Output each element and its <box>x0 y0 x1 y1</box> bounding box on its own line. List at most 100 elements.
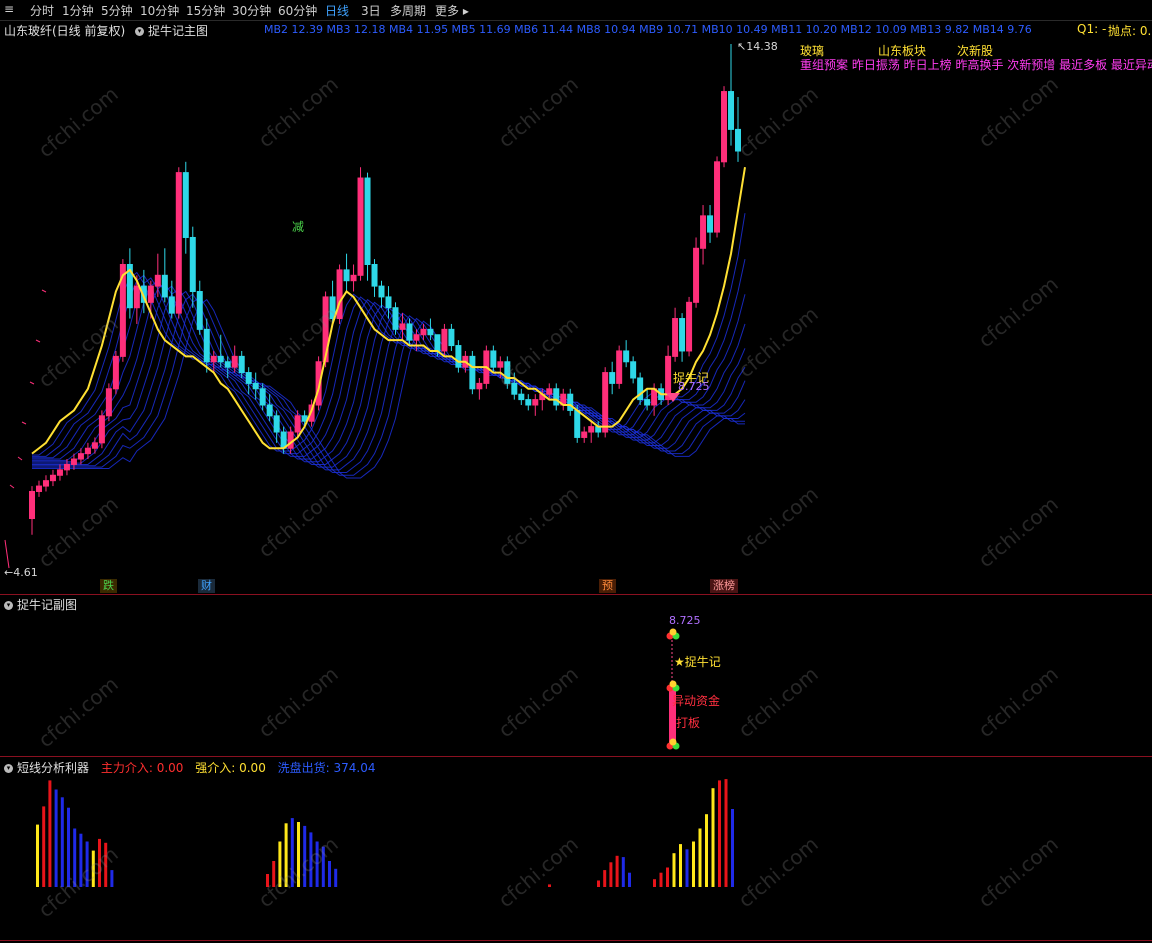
candle-body <box>567 393 574 411</box>
flag-fall[interactable]: 跌 <box>100 579 117 593</box>
histogram-bar <box>685 849 689 887</box>
candle-body <box>574 409 581 438</box>
candle-body <box>84 447 91 455</box>
candle-body <box>287 431 294 449</box>
candle-body <box>91 442 98 449</box>
candle-body <box>210 355 217 363</box>
candle-body <box>294 415 301 433</box>
histogram-bar <box>698 828 702 887</box>
candle-body <box>504 361 511 384</box>
candle-body <box>497 361 504 368</box>
candle-body <box>63 463 70 471</box>
candle-body <box>196 291 203 330</box>
histogram-bar <box>724 779 728 887</box>
histogram-bar <box>278 841 282 887</box>
histogram-bar <box>104 842 108 887</box>
period-tab-3[interactable]: 10分钟 <box>140 2 179 19</box>
menu-icon[interactable]: ≡ <box>4 2 14 16</box>
period-tab-6[interactable]: 60分钟 <box>278 2 317 19</box>
candle-body <box>154 274 161 287</box>
period-tab-8[interactable]: 3日 <box>361 2 381 19</box>
histogram-bar <box>705 814 708 887</box>
high-price-label: ↖14.38 <box>737 40 778 53</box>
candle-body <box>406 323 413 341</box>
left-marks <box>4 289 47 569</box>
period-tab-4[interactable]: 15分钟 <box>186 2 225 19</box>
sub-fund-label: 异动资金 <box>672 694 721 708</box>
candle-body <box>182 172 189 238</box>
candle-body <box>476 382 483 390</box>
sub-indicator-chart <box>666 628 680 750</box>
candle-body <box>518 393 525 401</box>
candle-body <box>189 236 196 293</box>
candle-body <box>441 328 448 352</box>
histogram-bar <box>73 828 77 887</box>
candle-body <box>511 382 518 395</box>
candle-body <box>434 334 441 352</box>
candle-body <box>413 334 420 341</box>
ma-ribbon <box>31 167 746 479</box>
histogram-bar <box>609 862 613 887</box>
candle-body <box>147 285 154 303</box>
histogram-bar <box>328 861 331 887</box>
period-tab-1[interactable]: 1分钟 <box>62 2 94 19</box>
candle-body <box>217 355 224 363</box>
candle-body <box>721 91 728 163</box>
histogram-bar <box>42 806 46 887</box>
flag-forecast[interactable]: 预 <box>599 579 616 593</box>
histogram-bar <box>315 841 319 887</box>
period-tab-9[interactable]: 多周期 <box>390 2 426 19</box>
histogram-bar <box>98 838 101 887</box>
histogram-bar <box>60 797 64 887</box>
left-mark <box>29 381 35 385</box>
period-tab-0[interactable]: 分时 <box>30 2 54 19</box>
candle-body <box>112 355 119 390</box>
candle-body <box>98 415 105 444</box>
candle-body <box>245 372 252 384</box>
candle-body <box>616 350 623 384</box>
candles <box>29 44 741 535</box>
candle-body <box>161 274 168 298</box>
candle-body <box>273 415 280 433</box>
flag-finance[interactable]: 财 <box>198 579 215 593</box>
candle-body <box>399 323 406 330</box>
candle-body <box>49 474 56 482</box>
period-tab-10[interactable]: 更多 ▸ <box>435 2 469 19</box>
period-tab-5[interactable]: 30分钟 <box>232 2 271 19</box>
histogram-bar <box>79 833 83 887</box>
period-tab-2[interactable]: 5分钟 <box>101 2 133 19</box>
histogram-bar <box>628 872 631 887</box>
histogram-bar <box>334 868 338 887</box>
histogram-bar <box>711 788 715 887</box>
flag-limit-up-list[interactable]: 涨榜 <box>710 579 738 593</box>
panel-divider <box>0 594 1152 595</box>
panel-divider <box>0 756 1152 757</box>
histogram-bar <box>309 832 313 887</box>
candle-body <box>427 328 434 336</box>
candle-body <box>532 399 539 406</box>
panel-divider <box>0 940 1152 941</box>
candle-body <box>448 328 455 347</box>
histogram-bar <box>718 780 721 887</box>
histogram-bar <box>297 822 300 887</box>
candle-body <box>385 296 392 309</box>
candle-body <box>735 128 741 152</box>
candle-body <box>259 388 266 406</box>
candle-body <box>679 318 686 352</box>
candle-body <box>588 426 595 433</box>
left-mark <box>21 421 27 425</box>
candle-body <box>455 345 462 368</box>
histogram-bar <box>284 823 288 887</box>
candle-body <box>231 355 238 368</box>
candle-body <box>525 399 532 406</box>
candle-body <box>168 296 175 314</box>
candle-body <box>133 285 140 309</box>
candle-body <box>203 328 210 363</box>
catch-bull-signal-price: 8.725 <box>678 380 710 393</box>
histogram-bar <box>110 870 114 887</box>
histogram-bar <box>54 789 58 887</box>
histogram-bar <box>36 824 39 887</box>
period-tab-7[interactable]: 日线 <box>325 2 349 19</box>
candle-body <box>105 388 112 417</box>
candle-body <box>77 453 84 460</box>
